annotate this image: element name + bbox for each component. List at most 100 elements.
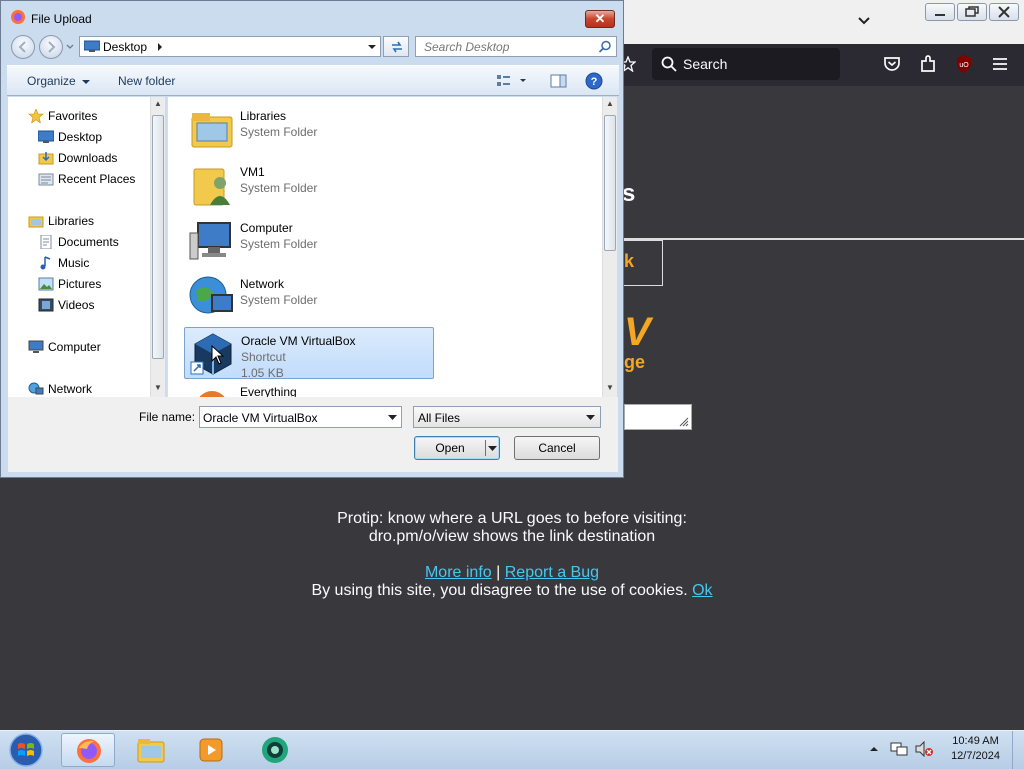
downloads-icon xyxy=(38,152,54,165)
file-type-select[interactable]: All Files xyxy=(413,406,601,428)
desktop-location-icon xyxy=(84,40,100,52)
system-clock[interactable]: 10:49 AM 12/7/2024 xyxy=(951,734,1000,764)
new-folder-button[interactable]: New folder xyxy=(118,74,175,88)
libraries-icon xyxy=(28,216,44,228)
user-folder-icon xyxy=(193,168,230,206)
chevron-down-icon xyxy=(586,415,595,420)
file-item-everything[interactable]: Everything xyxy=(184,383,434,397)
menu-hamburger-icon[interactable] xyxy=(988,52,1012,76)
tab-list-chevron-icon[interactable] xyxy=(856,14,872,28)
start-button[interactable] xyxy=(6,732,46,768)
back-button[interactable] xyxy=(11,35,35,59)
cancel-button[interactable]: Cancel xyxy=(514,436,600,460)
organize-button[interactable]: Organize xyxy=(27,74,91,88)
page-button-fragment[interactable]: k xyxy=(624,240,663,286)
scrollbar-thumb[interactable] xyxy=(152,115,164,359)
address-bar[interactable]: Desktop xyxy=(79,36,381,57)
file-type-value: All Files xyxy=(418,411,461,425)
ublock-origin-icon[interactable]: uO xyxy=(952,52,976,76)
nav-videos-label: Videos xyxy=(58,298,95,312)
file-pane-scrollbar[interactable]: ▲ ▼ xyxy=(602,97,617,397)
address-location[interactable]: Desktop xyxy=(103,40,147,54)
dialog-bottom-area: File name: Oracle VM VirtualBox All File… xyxy=(8,397,618,472)
clock-date: 12/7/2024 xyxy=(951,750,1000,762)
tray-expand-icon[interactable] xyxy=(868,743,880,755)
file-item-libraries[interactable]: Libraries System Folder xyxy=(184,103,434,155)
mouse-cursor-icon xyxy=(211,345,225,365)
explorer-icon xyxy=(137,739,165,763)
file-type: System Folder xyxy=(240,237,318,251)
network-tray-icon[interactable] xyxy=(890,741,908,757)
videos-icon xyxy=(38,298,54,312)
file-item-vm1[interactable]: VM1 System Folder xyxy=(184,159,434,211)
firefox-search-box[interactable]: Search xyxy=(652,48,840,80)
dialog-close-button[interactable]: ✕ xyxy=(585,10,615,28)
clock-time: 10:49 AM xyxy=(952,735,999,747)
close-window-button[interactable] xyxy=(989,3,1019,21)
taskbar-app-button[interactable] xyxy=(248,733,302,767)
search-placeholder: Search xyxy=(683,56,728,72)
report-bug-link[interactable]: Report a Bug xyxy=(505,564,599,581)
scroll-down-arrow-icon[interactable]: ▼ xyxy=(603,381,617,395)
dialog-firefox-icon xyxy=(10,9,26,25)
file-type: System Folder xyxy=(240,181,318,195)
nav-network-label: Network xyxy=(48,382,93,396)
minimize-button[interactable] xyxy=(925,3,955,21)
recent-places-icon xyxy=(38,173,54,186)
firefox-icon xyxy=(77,739,101,763)
open-button-label: Open xyxy=(435,441,465,455)
nav-computer-label: Computer xyxy=(48,340,101,354)
file-type: Shortcut xyxy=(241,350,286,364)
file-name-combobox[interactable]: Oracle VM VirtualBox xyxy=(199,406,402,428)
taskbar-firefox-button[interactable] xyxy=(61,733,115,767)
command-bar: Organize New folder ? xyxy=(7,65,619,96)
nav-recent-places-label: Recent Places xyxy=(58,172,136,186)
forward-button[interactable] xyxy=(39,35,63,59)
volume-muted-icon[interactable] xyxy=(914,741,934,757)
recent-locations-chevron-icon[interactable] xyxy=(65,43,75,51)
file-name: Everything xyxy=(240,385,297,397)
scroll-up-arrow-icon[interactable]: ▲ xyxy=(151,97,165,111)
organize-label: Organize xyxy=(27,74,76,88)
footer-links: More info | Report a Bug xyxy=(0,564,1024,582)
file-name: Network xyxy=(240,277,285,291)
libraries-folder-icon xyxy=(191,113,233,148)
dialog-search-input[interactable]: Search Desktop xyxy=(415,36,617,57)
pocket-icon[interactable] xyxy=(880,52,904,76)
file-item-computer[interactable]: Computer System Folder xyxy=(184,215,434,267)
view-options-button[interactable] xyxy=(495,73,531,89)
scrollbar-thumb[interactable] xyxy=(604,115,616,251)
taskbar-media-player-button[interactable] xyxy=(184,733,238,767)
file-name-value[interactable]: Oracle VM VirtualBox xyxy=(203,411,318,425)
taskbar-explorer-button[interactable] xyxy=(124,733,178,767)
file-name: Computer xyxy=(240,221,293,235)
file-size: 1.05 KB xyxy=(241,366,284,380)
restore-button[interactable] xyxy=(957,3,987,21)
help-icon: ? xyxy=(585,72,603,90)
preview-pane-icon xyxy=(550,74,567,88)
file-type: System Folder xyxy=(240,125,318,139)
scroll-down-arrow-icon[interactable]: ▼ xyxy=(151,381,165,395)
extensions-icon[interactable] xyxy=(916,52,940,76)
network-globe-icon xyxy=(189,276,233,314)
file-item-network[interactable]: Network System Folder xyxy=(184,271,434,323)
file-name-label: File name: xyxy=(139,410,196,424)
file-name: Oracle VM VirtualBox xyxy=(241,334,356,348)
scroll-up-arrow-icon[interactable]: ▲ xyxy=(603,97,617,111)
open-button[interactable]: Open xyxy=(414,436,500,460)
cookie-ok-link[interactable]: Ok xyxy=(692,582,712,599)
open-options-chevron-icon[interactable] xyxy=(488,445,497,452)
nav-music-label: Music xyxy=(58,256,90,270)
show-desktop-button[interactable] xyxy=(1012,731,1024,769)
page-divider xyxy=(624,238,1024,240)
nav-pane-scrollbar[interactable]: ▲ ▼ xyxy=(150,97,165,397)
page-textarea-fragment[interactable] xyxy=(624,404,692,430)
preview-pane-button[interactable] xyxy=(550,73,568,89)
page-subtitle-fragment: ge xyxy=(624,352,646,372)
help-button[interactable]: ? xyxy=(585,72,603,90)
more-info-link[interactable]: More info xyxy=(425,564,492,581)
page-heading-fragment: s xyxy=(622,180,636,207)
dialog-title: File Upload xyxy=(31,12,92,26)
refresh-button[interactable] xyxy=(383,36,409,57)
chevron-down-icon xyxy=(82,79,91,84)
